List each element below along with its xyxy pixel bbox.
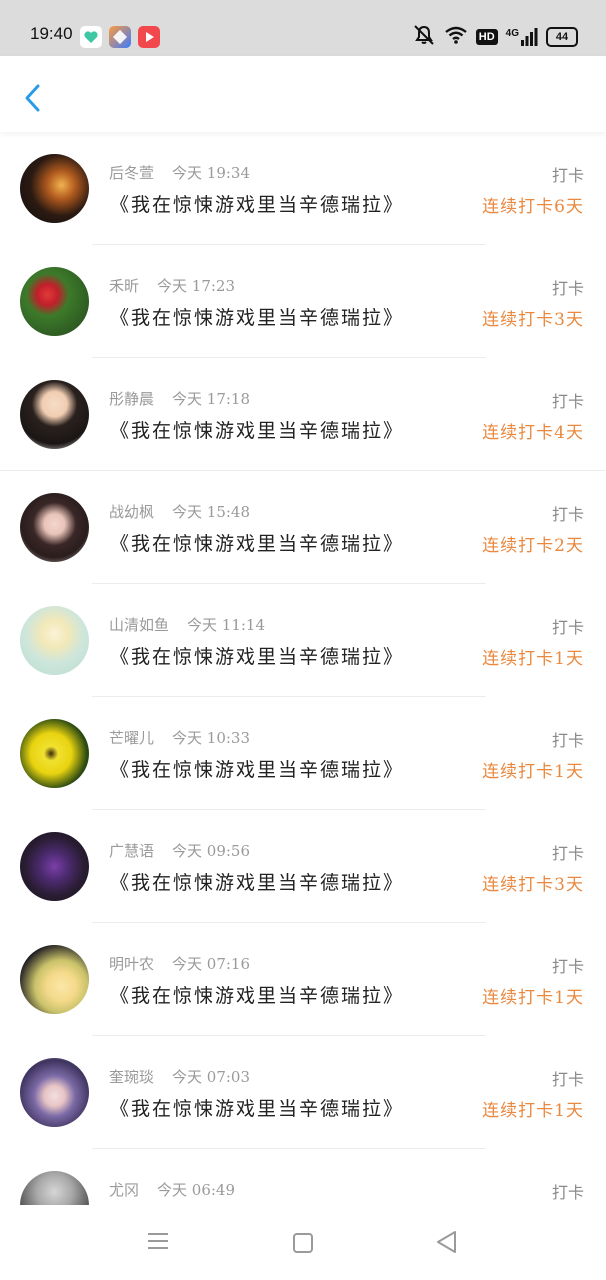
status-bar: 19:40 HD 4G 44 — [0, 0, 606, 56]
checkin-label: 打卡 — [551, 844, 584, 863]
checkin-label: 打卡 — [551, 957, 584, 976]
system-nav-bar — [0, 1205, 606, 1280]
avatar[interactable] — [20, 606, 89, 675]
checkin-item[interactable]: 禾昕 今天 17:23 打卡 《我在惊悚游戏里当辛德瑞拉》 连续打卡3天 — [0, 245, 606, 358]
checkin-label: 打卡 — [551, 1070, 584, 1089]
avatar[interactable] — [20, 945, 89, 1014]
avatar[interactable] — [20, 267, 89, 336]
user-name: 广慧语 — [109, 842, 155, 860]
user-name: 战幼枫 — [109, 503, 155, 521]
book-title: 《我在惊悚游戏里当辛德瑞拉》 — [110, 1098, 405, 1120]
checkin-time: 今天 19:34 — [172, 164, 251, 182]
streak-text: 连续打卡2天 — [482, 536, 584, 556]
checkin-item[interactable]: 战幼枫 今天 15:48 打卡 《我在惊悚游戏里当辛德瑞拉》 连续打卡2天 — [0, 471, 606, 584]
book-title: 《我在惊悚游戏里当辛德瑞拉》 — [110, 307, 405, 329]
avatar[interactable] — [20, 493, 89, 562]
avatar[interactable] — [20, 832, 89, 901]
checkin-label: 打卡 — [551, 505, 584, 524]
checkin-item[interactable]: 奎琬琰 今天 07:03 打卡 《我在惊悚游戏里当辛德瑞拉》 连续打卡1天 — [0, 1036, 606, 1149]
user-name: 彤静晨 — [109, 390, 155, 408]
streak-text: 连续打卡6天 — [482, 197, 584, 217]
user-name: 后冬萱 — [109, 164, 155, 182]
checkin-item[interactable]: 后冬萱 今天 19:34 打卡 《我在惊悚游戏里当辛德瑞拉》 连续打卡6天 — [0, 132, 606, 245]
checkin-item[interactable]: 彤静晨 今天 17:18 打卡 《我在惊悚游戏里当辛德瑞拉》 连续打卡4天 — [0, 358, 606, 471]
checkin-label: 打卡 — [551, 392, 584, 411]
streak-text: 连续打卡1天 — [482, 649, 584, 669]
video-app-icon — [138, 26, 160, 48]
back-button[interactable] — [18, 80, 50, 116]
checkin-time: 今天 07:03 — [172, 1068, 251, 1086]
checkin-label: 打卡 — [551, 618, 584, 637]
book-title: 《我在惊悚游戏里当辛德瑞拉》 — [110, 759, 405, 781]
streak-text: 连续打卡3天 — [482, 875, 584, 895]
checkin-label: 打卡 — [551, 1183, 584, 1202]
book-title: 《我在惊悚游戏里当辛德瑞拉》 — [110, 194, 405, 216]
streak-text: 连续打卡1天 — [482, 1101, 584, 1121]
checkin-time: 今天 17:18 — [172, 390, 251, 408]
heart-app-icon — [80, 26, 102, 48]
home-square-icon[interactable] — [291, 1231, 315, 1259]
checkin-label: 打卡 — [551, 731, 584, 750]
streak-text: 连续打卡3天 — [482, 310, 584, 330]
avatar[interactable] — [20, 154, 89, 223]
checkin-list: 后冬萱 今天 19:34 打卡 《我在惊悚游戏里当辛德瑞拉》 连续打卡6天 禾昕今… — [0, 132, 606, 1262]
book-title: 《我在惊悚游戏里当辛德瑞拉》 — [110, 533, 405, 555]
wifi-icon — [444, 25, 468, 49]
user-name: 明叶农 — [109, 955, 155, 973]
streak-text: 连续打卡1天 — [482, 988, 584, 1008]
notifications-mute-icon — [412, 24, 436, 50]
checkin-item[interactable]: 芒曜儿 今天 10:33 打卡 《我在惊悚游戏里当辛德瑞拉》 连续打卡1天 — [0, 697, 606, 810]
user-name: 禾昕 — [109, 277, 140, 295]
book-title: 《我在惊悚游戏里当辛德瑞拉》 — [110, 646, 405, 668]
status-time: 19:40 — [30, 24, 73, 43]
avatar[interactable] — [20, 719, 89, 788]
chevron-left-icon — [25, 84, 40, 112]
4g-signal-icon: 4G — [506, 28, 538, 46]
checkin-label: 打卡 — [551, 279, 584, 298]
checkin-label: 打卡 — [551, 166, 584, 185]
checkin-time: 今天 07:16 — [172, 955, 251, 973]
user-name: 山清如鱼 — [109, 616, 170, 634]
flow-app-icon — [109, 26, 131, 48]
checkin-time: 今天 10:33 — [172, 729, 251, 747]
battery-icon: 44 — [546, 27, 578, 47]
checkin-item[interactable]: 广慧语 今天 09:56 打卡 《我在惊悚游戏里当辛德瑞拉》 连续打卡3天 — [0, 810, 606, 923]
user-name: 尤冈 — [109, 1181, 140, 1199]
top-bar — [0, 56, 606, 132]
streak-text: 连续打卡4天 — [482, 423, 584, 443]
avatar[interactable] — [20, 1058, 89, 1127]
checkin-time: 今天 11:14 — [187, 616, 266, 634]
menu-icon[interactable] — [146, 1229, 170, 1257]
streak-text: 连续打卡1天 — [482, 762, 584, 782]
user-name: 奎琬琰 — [109, 1068, 155, 1086]
checkin-time: 今天 17:23 — [157, 277, 236, 295]
checkin-time: 今天 09:56 — [172, 842, 251, 860]
avatar[interactable] — [20, 380, 89, 449]
book-title: 《我在惊悚游戏里当辛德瑞拉》 — [110, 985, 405, 1007]
status-indicators: HD 4G 44 — [412, 24, 578, 50]
checkin-time: 今天 15:48 — [172, 503, 251, 521]
user-name: 芒曜儿 — [109, 729, 155, 747]
hd-icon: HD — [475, 29, 498, 45]
book-title: 《我在惊悚游戏里当辛德瑞拉》 — [110, 872, 405, 894]
checkin-item[interactable]: 明叶农 今天 07:16 打卡 《我在惊悚游戏里当辛德瑞拉》 连续打卡1天 — [0, 923, 606, 1036]
book-title: 《我在惊悚游戏里当辛德瑞拉》 — [110, 420, 405, 442]
checkin-time: 今天 06:49 — [157, 1181, 236, 1199]
checkin-item[interactable]: 山清如鱼 今天 11:14 打卡 《我在惊悚游戏里当辛德瑞拉》 连续打卡1天 — [0, 584, 606, 697]
back-triangle-icon[interactable] — [434, 1229, 460, 1259]
